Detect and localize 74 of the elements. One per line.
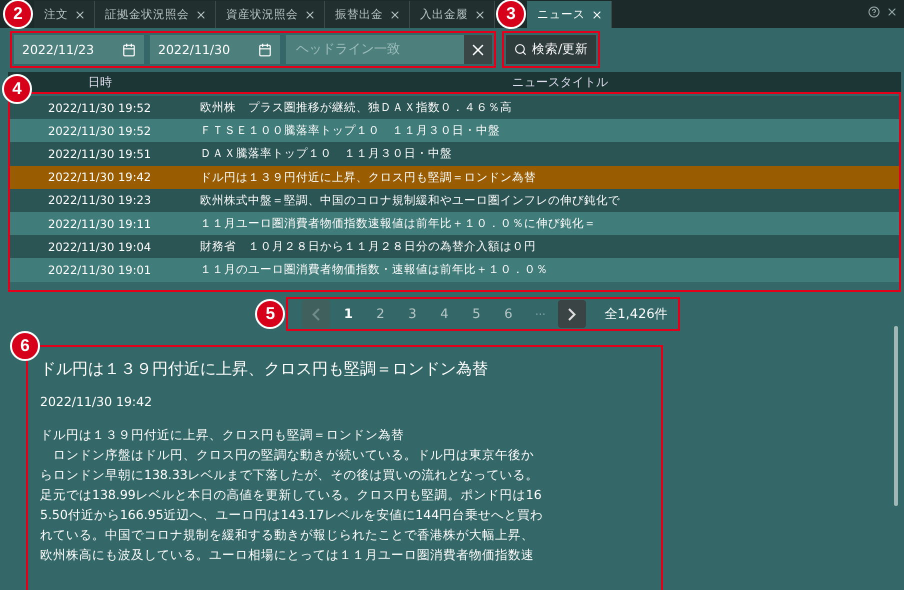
article-time: 2022/11/30 19:42 xyxy=(40,394,154,409)
title-cell: ＤＡＸ騰落率トップ１０ １１月３０日・中盤 xyxy=(200,146,452,162)
news-row[interactable]: 2022/11/30 19:04 財務省 １０月２８日から１１月２８日分の為替介入額は０円 xyxy=(10,235,899,258)
column-header: 日時 xyxy=(88,74,112,90)
tab[interactable]: 資産状況照会 xyxy=(216,1,325,28)
close-icon[interactable] xyxy=(74,8,86,20)
close-icon[interactable] xyxy=(304,8,316,20)
page-button[interactable]: 4 xyxy=(430,300,458,328)
callout-badge: 3 xyxy=(496,0,526,29)
article-text-line: れている。中国でコロナ規制を緩和する動きが報じられたことで香港株が大幅上昇、 xyxy=(40,526,535,544)
article-text-line: 5.50付近から166.95近辺へ、ユーロ円は143.17レベルを安値に144円台乗せへと買わ xyxy=(40,506,544,524)
tab[interactable]: 振替出金 xyxy=(325,1,410,28)
title-cell: １１月ユーロ圏消費者物価指数速報値は前年比＋１０．０％に伸び鈍化＝ xyxy=(200,216,596,232)
tab[interactable]: 入出金履 xyxy=(410,1,495,28)
news-row[interactable]: 2022/11/30 19:52 ＦＴＳＥ１００騰落率トップ１０ １１月３０日・中盤 xyxy=(10,119,899,142)
time-cell-text: 2022/11/30 19:42 xyxy=(47,170,152,184)
clear-button[interactable] xyxy=(464,35,492,64)
title-cell: 欧州株式中盤＝堅調、中国のコロナ規制緩和やユーロ圏インフレの伸び鈍化で xyxy=(200,192,620,208)
date-field[interactable]: 2022/11/23 xyxy=(14,35,144,64)
article-text-line: 足元では138.99レベルと本日の高値を更新している。クロス円も堅調。ポンド円は16 xyxy=(40,486,543,504)
news-row[interactable]: 2022/11/30 19:51 ＤＡＸ騰落率トップ１０ １１月３０日・中盤 xyxy=(10,142,899,166)
time-cell-text: 2022/11/30 19:51 xyxy=(47,146,152,161)
date-field[interactable]: 2022/11/30 xyxy=(150,35,280,64)
time-cell-text: 2022/11/30 19:01 xyxy=(47,262,152,277)
page-button[interactable]: 1 xyxy=(334,300,362,328)
ellipsis: ··· xyxy=(534,308,547,320)
chevron-right-icon xyxy=(568,308,576,320)
chevron-left-icon xyxy=(312,308,320,320)
page-button[interactable]: 2 xyxy=(366,300,394,328)
news-row[interactable]: 2022/11/30 19:52 欧州株 プラス圏推移が継続、独ＤＡＸ指数０．４６％高 xyxy=(10,96,899,120)
search-icon xyxy=(514,43,527,56)
page-button[interactable]: 5 xyxy=(462,300,490,328)
column-header: ニュースタイトル xyxy=(512,74,608,90)
article-text-line: 欧州株高にも波及している。ユーロ相場にとっては１１月ユーロ圏消費者物価指数速 xyxy=(40,546,535,564)
search-button[interactable]: 検索/更新 xyxy=(506,35,596,64)
time-cell-text: 2022/11/30 19:52 xyxy=(47,124,152,138)
tab[interactable]: 証拠金状況照会 xyxy=(95,1,216,28)
time-cell-text: 2022/11/30 19:23 xyxy=(47,193,152,208)
title-cell: 欧州株 プラス圏推移が継続、独ＤＡＸ指数０．４６％高 xyxy=(200,100,512,116)
help-icon[interactable] xyxy=(868,6,880,18)
calendar-icon[interactable] xyxy=(122,42,136,56)
article-text-line: ロンドン序盤はドル円、クロス円の堅調な動きが続いている。ドル円は東京午後か xyxy=(52,446,535,464)
article-text-line: ドル円は１３９円付近に上昇、クロス円も堅調＝ロンドン為替 xyxy=(40,426,405,444)
next-button[interactable] xyxy=(558,300,586,328)
close-icon[interactable] xyxy=(886,6,898,18)
news-row[interactable]: 2022/11/30 19:11 １１月ユーロ圏消費者物価指数速報値は前年比＋１０．０％に伸び鈍化＝ xyxy=(10,212,899,236)
article-text-line: らロンドン早朝に138.33レベルまで下落したが、その後は買いの流れとなっている。 xyxy=(40,466,540,484)
tab[interactable]: 注文 xyxy=(34,1,95,28)
total-count: 全1,426件 xyxy=(604,306,668,323)
title-cell: ＦＴＳＥ１００騰落率トップ１０ １１月３０日・中盤 xyxy=(200,123,500,138)
page-button[interactable]: 6 xyxy=(494,300,522,328)
article-title: ドル円は１３９円付近に上昇、クロス円も堅調＝ロンドン為替 xyxy=(40,359,489,380)
close-icon[interactable] xyxy=(474,8,486,20)
time-cell-text: 2022/11/30 19:04 xyxy=(47,240,152,254)
calendar-icon[interactable] xyxy=(258,42,272,56)
headline-field[interactable]: ヘッドライン一致 xyxy=(286,35,464,64)
callout-badge: 4 xyxy=(2,74,32,104)
title-cell: 財務省 １０月２８日から１１月２８日分の為替介入額は０円 xyxy=(200,239,536,254)
close-icon[interactable] xyxy=(389,8,401,20)
time-cell-text: 2022/11/30 19:11 xyxy=(47,216,152,231)
news-row[interactable]: 2022/11/30 19:01 １１月のユーロ圏消費者物価指数・速報値は前年比＋１０．０％ xyxy=(10,258,899,282)
title-cell: ドル円は１３９円付近に上昇、クロス円も堅調＝ロンドン為替 xyxy=(200,170,536,185)
callout-badge: 5 xyxy=(255,299,286,329)
close-icon[interactable] xyxy=(591,8,603,20)
callout-badge: 2 xyxy=(3,0,33,29)
close-icon[interactable] xyxy=(195,8,207,20)
news-row[interactable]: 2022/11/30 19:23 欧州株式中盤＝堅調、中国のコロナ規制緩和やユーロ圏インフレの伸び鈍化で xyxy=(10,188,899,212)
time-cell-text: 2022/11/30 19:52 xyxy=(47,100,152,115)
news-row[interactable]: 2022/11/30 19:42 ドル円は１３９円付近に上昇、クロス円も堅調＝ロンドン為替 xyxy=(10,166,899,189)
callout-badge: 6 xyxy=(10,331,40,361)
page-button[interactable]: 3 xyxy=(398,300,426,328)
tab[interactable]: ニュース xyxy=(527,1,612,28)
title-cell: １１月のユーロ圏消費者物価指数・速報値は前年比＋１０．０％ xyxy=(200,262,548,278)
scrollbar[interactable] xyxy=(894,326,898,506)
